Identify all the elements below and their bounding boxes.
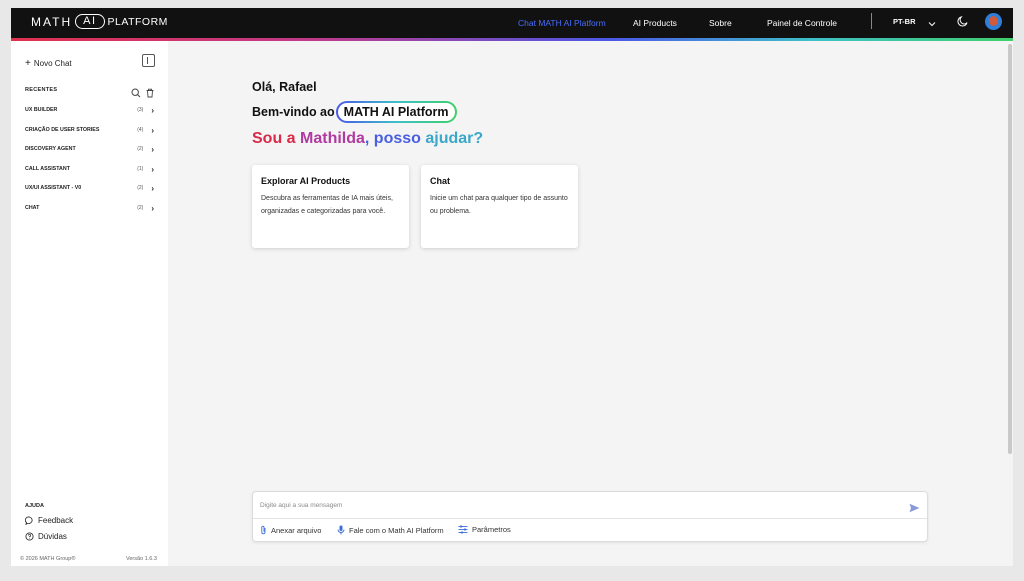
plus-icon: + bbox=[25, 58, 31, 69]
send-icon[interactable] bbox=[909, 500, 920, 518]
user-avatar[interactable] bbox=[985, 13, 1002, 30]
recent-item-criacao-user-stories[interactable]: CRIAÇÃO DE USER STORIES (4) › bbox=[25, 124, 154, 136]
tagline-part-4: ajudar? bbox=[425, 130, 484, 147]
copyright-text: © 2026 MATH Group® bbox=[20, 556, 76, 562]
tagline-part-1: Sou a bbox=[252, 130, 301, 147]
doubts-link[interactable]: Dúvidas bbox=[25, 532, 67, 541]
trash-icon[interactable] bbox=[145, 85, 155, 103]
nav-ai-products[interactable]: AI Products bbox=[633, 18, 677, 28]
attach-file-label: Anexar arquivo bbox=[271, 525, 322, 535]
feedback-link[interactable]: Feedback bbox=[25, 516, 73, 525]
moon-icon[interactable] bbox=[957, 14, 969, 32]
chat-bubble-icon bbox=[25, 516, 33, 525]
recent-item-chat[interactable]: CHAT (2) › bbox=[25, 202, 154, 214]
logo-platform-text: PLATFORM bbox=[107, 15, 168, 28]
header-divider bbox=[871, 13, 872, 29]
brand-pill-text: MATH AI Platform bbox=[335, 101, 457, 123]
card-title: Chat bbox=[430, 176, 450, 186]
attach-file-button[interactable]: Anexar arquivo bbox=[260, 525, 321, 535]
recent-item-name: CRIAÇÃO DE USER STORIES bbox=[25, 127, 100, 133]
message-composer: Anexar arquivo Fale com o Math AI Platfo… bbox=[252, 491, 928, 542]
collapse-sidebar-icon[interactable] bbox=[142, 54, 155, 67]
recent-item-call-assistant[interactable]: CALL ASSISTANT (1) › bbox=[25, 163, 154, 175]
recent-item-ux-builder[interactable]: UX BUILDER (3) › bbox=[25, 104, 154, 116]
logo-ai-pill: AI bbox=[75, 14, 105, 29]
voice-button[interactable]: Fale com o Math AI Platform bbox=[337, 525, 444, 535]
recent-section-label: RECENTES bbox=[25, 87, 58, 93]
chevron-down-icon[interactable] bbox=[928, 15, 936, 33]
version-text: Versão 1.6.3 bbox=[126, 556, 157, 562]
brand-pill: MATH AI Platform bbox=[335, 101, 457, 123]
language-selector[interactable]: PT-BR bbox=[893, 17, 916, 26]
nav-painel-de-controle[interactable]: Painel de Controle bbox=[767, 18, 837, 28]
chevron-right-icon: › bbox=[151, 164, 154, 174]
card-title: Explorar AI Products bbox=[261, 176, 351, 186]
paperclip-icon bbox=[261, 525, 266, 535]
card-text: Inicie um chat para qualquer tipo de ass… bbox=[430, 195, 568, 215]
nav-chat-math-ai-platform[interactable]: Chat MATH AI Platform bbox=[518, 18, 606, 28]
greeting-heading: Olá, Rafael bbox=[252, 80, 317, 94]
composer-input-row bbox=[253, 492, 927, 519]
card-text: Descubra as ferramentas de IA mais úteis… bbox=[261, 195, 393, 215]
chevron-right-icon: › bbox=[151, 183, 154, 193]
recent-item-name: CHAT bbox=[25, 205, 40, 211]
tagline-part-3: , posso bbox=[364, 130, 426, 147]
recent-item-name: DISCOVERY AGENT bbox=[25, 146, 76, 152]
message-input[interactable] bbox=[260, 499, 880, 512]
parameters-label: Parâmetros bbox=[472, 525, 511, 534]
parameters-button[interactable]: Parâmetros bbox=[458, 525, 511, 534]
recent-item-name: CALL ASSISTANT bbox=[25, 166, 70, 172]
nav-sobre[interactable]: Sobre bbox=[709, 18, 732, 28]
recent-item-count: (2) bbox=[137, 146, 144, 152]
feedback-label: Feedback bbox=[38, 516, 74, 525]
recent-item-name: UX/UI ASSISTANT - V0 bbox=[25, 185, 82, 191]
recent-item-count: (2) bbox=[137, 185, 144, 191]
microphone-icon bbox=[337, 525, 345, 535]
recent-item-name: UX BUILDER bbox=[25, 107, 58, 113]
doubts-label: Dúvidas bbox=[38, 532, 67, 541]
voice-label: Fale com o Math AI Platform bbox=[349, 525, 444, 535]
welcome-heading: Bem-vindo ao MATH AI Platform bbox=[252, 101, 457, 123]
welcome-prefix: Bem-vindo ao bbox=[252, 105, 335, 119]
chevron-right-icon: › bbox=[151, 105, 154, 115]
sliders-icon bbox=[458, 525, 468, 534]
math-ai-platform-logo[interactable]: MATH AI PLATFORM bbox=[31, 14, 168, 29]
new-chat-button[interactable]: + Novo Chat bbox=[25, 58, 72, 69]
main-content: Olá, Rafael Bem-vindo ao MATH AI Platfor… bbox=[168, 41, 1011, 566]
recent-item-count: (4) bbox=[137, 127, 144, 133]
recent-item-count: (2) bbox=[137, 205, 144, 211]
chevron-right-icon: › bbox=[151, 144, 154, 154]
card-explorar-ai-products[interactable]: Explorar AI Products Descubra as ferrame… bbox=[252, 165, 409, 248]
tagline-part-2: Mathilda bbox=[300, 130, 365, 147]
chevron-right-icon: › bbox=[151, 203, 154, 213]
recent-item-discovery-agent[interactable]: DISCOVERY AGENT (2) › bbox=[25, 143, 154, 155]
question-circle-icon bbox=[25, 532, 34, 541]
recent-item-count: (1) bbox=[137, 166, 144, 172]
search-icon[interactable] bbox=[131, 85, 141, 103]
recent-item-ux-ui-assistant[interactable]: UX/UI ASSISTANT - V0 (2) › bbox=[25, 182, 154, 194]
sidebar: + Novo Chat RECENTES UX BUILDER (3) › CR… bbox=[11, 41, 168, 566]
card-chat[interactable]: Chat Inicie um chat para qualquer tipo d… bbox=[421, 165, 578, 248]
new-chat-label: Novo Chat bbox=[33, 59, 72, 68]
recent-item-count: (3) bbox=[137, 107, 144, 113]
scrollbar-thumb[interactable] bbox=[1008, 44, 1012, 454]
tagline: Sou a Mathilda, posso ajudar? bbox=[252, 130, 483, 148]
chevron-right-icon: › bbox=[151, 125, 154, 135]
top-navigation-bar: MATH AI PLATFORM bbox=[11, 8, 1013, 38]
avatar-face bbox=[989, 16, 998, 26]
logo-math-text: MATH bbox=[31, 14, 73, 29]
help-section-label: AJUDA bbox=[25, 503, 44, 509]
